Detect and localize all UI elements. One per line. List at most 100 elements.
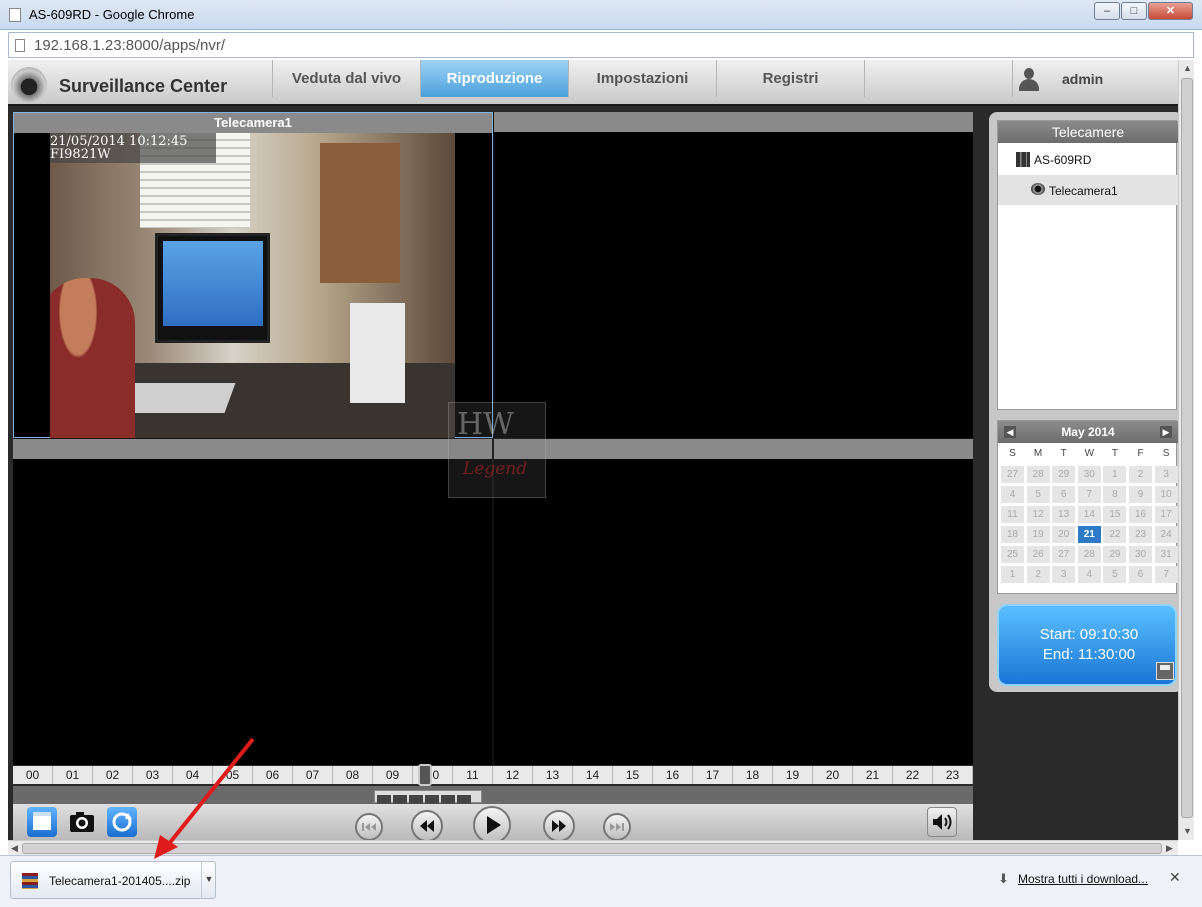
video-pane-4[interactable] xyxy=(494,439,973,765)
url-text[interactable]: 192.168.1.23:8000/apps/nvr/ xyxy=(34,37,225,54)
calendar-day[interactable]: 8 xyxy=(1103,486,1127,503)
username[interactable]: admin xyxy=(1062,71,1103,87)
calendar-day[interactable]: 18 xyxy=(1001,526,1024,543)
calendar-day[interactable]: 1 xyxy=(1103,466,1127,483)
tab-settings[interactable]: Impostazioni xyxy=(568,60,716,97)
timeline-hour[interactable]: 12 xyxy=(493,766,533,784)
right-panel: Telecamere AS-609RD Telecamera1 May 2014… xyxy=(989,112,1183,692)
calendar-day[interactable]: 29 xyxy=(1103,546,1127,563)
calendar-day[interactable]: 27 xyxy=(1001,466,1024,483)
camera-node[interactable]: Telecamera1 xyxy=(998,175,1178,205)
calendar-day[interactable]: 5 xyxy=(1026,486,1050,503)
timeline-hour[interactable]: 07 xyxy=(293,766,333,784)
calendar-day[interactable]: 24 xyxy=(1154,526,1178,543)
timeline-hour[interactable]: 15 xyxy=(613,766,653,784)
video-timestamp: 21/05/2014 10:12:45 FI9821W xyxy=(50,133,216,163)
playback-files-icon[interactable] xyxy=(27,807,57,837)
volume-icon[interactable] xyxy=(927,807,957,837)
timeline-hour[interactable]: 02 xyxy=(93,766,133,784)
calendar-day[interactable]: 9 xyxy=(1129,486,1152,503)
calendar-day[interactable]: 3 xyxy=(1052,566,1076,583)
video-pane-1[interactable]: Telecamera1 21/05/2014 10:12:45 FI9821W xyxy=(13,112,493,438)
rewind-icon[interactable] xyxy=(411,810,443,840)
timeline-hour[interactable]: 11 xyxy=(453,766,493,784)
calendar-day[interactable]: 10 xyxy=(1154,486,1178,503)
calendar-day[interactable]: 1 xyxy=(1001,566,1024,583)
timeline-hour[interactable]: 14 xyxy=(573,766,613,784)
calendar-day[interactable]: 15 xyxy=(1103,506,1127,523)
timeline-hour[interactable]: 23 xyxy=(933,766,973,784)
play-icon[interactable] xyxy=(473,806,511,840)
minimize-button[interactable]: – xyxy=(1094,2,1120,20)
timeline-hour[interactable]: 00 xyxy=(13,766,53,784)
timeline-hour[interactable]: 19 xyxy=(773,766,813,784)
calendar-day[interactable]: 6 xyxy=(1052,486,1076,503)
refresh-icon[interactable] xyxy=(107,807,137,837)
save-icon[interactable] xyxy=(1156,662,1174,680)
calendar-day[interactable]: 29 xyxy=(1052,466,1076,483)
calendar-day[interactable]: 12 xyxy=(1026,506,1050,523)
next-month-button[interactable]: ▶ xyxy=(1160,426,1172,438)
calendar-day[interactable]: 3 xyxy=(1154,466,1178,483)
calendar-day[interactable]: 31 xyxy=(1154,546,1178,563)
timeline-hour[interactable]: 21 xyxy=(853,766,893,784)
timeline-slider-handle[interactable] xyxy=(418,764,432,786)
calendar-day[interactable]: 17 xyxy=(1154,506,1178,523)
timeline-hour[interactable]: 08 xyxy=(333,766,373,784)
tab-logs[interactable]: Registri xyxy=(716,60,864,97)
download-menu-chevron-icon[interactable]: ▼ xyxy=(201,862,216,898)
calendar-day[interactable]: 19 xyxy=(1026,526,1050,543)
calendar-day[interactable]: 21 xyxy=(1077,526,1101,543)
video-pane-2[interactable] xyxy=(494,112,973,438)
calendar-day[interactable]: 7 xyxy=(1154,566,1178,583)
tab-playback[interactable]: Riproduzione xyxy=(420,60,568,97)
timeline-hour[interactable]: 09 xyxy=(373,766,413,784)
calendar-day[interactable]: 4 xyxy=(1001,486,1024,503)
calendar-day[interactable]: 2 xyxy=(1026,566,1050,583)
skip-forward-icon[interactable] xyxy=(603,813,631,840)
calendar-day[interactable]: 20 xyxy=(1052,526,1076,543)
calendar-day[interactable]: 28 xyxy=(1026,466,1050,483)
vertical-scrollbar[interactable]: ▲ ▼ xyxy=(1178,60,1194,840)
download-filename[interactable]: Telecamera1-201405....zip xyxy=(49,874,190,888)
calendar-day[interactable]: 7 xyxy=(1077,486,1101,503)
calendar-day[interactable]: 28 xyxy=(1077,546,1101,563)
calendar-day[interactable]: 30 xyxy=(1129,546,1152,563)
close-icon[interactable]: ✕ xyxy=(1169,869,1181,886)
snapshot-icon[interactable] xyxy=(67,807,97,837)
calendar-day[interactable]: 23 xyxy=(1129,526,1152,543)
timeline-hour[interactable]: 13 xyxy=(533,766,573,784)
timeline-hour[interactable]: 16 xyxy=(653,766,693,784)
calendar-day[interactable]: 22 xyxy=(1103,526,1127,543)
tab-live-view[interactable]: Veduta dal vivo xyxy=(272,60,420,97)
skip-back-icon[interactable] xyxy=(355,813,383,840)
calendar-day[interactable]: 6 xyxy=(1129,566,1152,583)
timeline-hour[interactable]: 01 xyxy=(53,766,93,784)
vertical-scroll-thumb[interactable] xyxy=(1181,78,1193,818)
video-pane-3[interactable] xyxy=(13,439,492,765)
show-all-downloads-link[interactable]: Mostra tutti i download... xyxy=(1018,872,1148,886)
nvr-node[interactable]: AS-609RD xyxy=(1014,152,1091,167)
address-bar[interactable]: 192.168.1.23:8000/apps/nvr/ xyxy=(8,32,1194,58)
calendar-day[interactable]: 13 xyxy=(1052,506,1076,523)
close-window-button[interactable]: ✕ xyxy=(1148,2,1193,20)
calendar-day[interactable]: 14 xyxy=(1077,506,1101,523)
calendar-day[interactable]: 30 xyxy=(1077,466,1101,483)
calendar-day[interactable]: 26 xyxy=(1026,546,1050,563)
calendar-day[interactable]: 25 xyxy=(1001,546,1024,563)
calendar-day[interactable]: 5 xyxy=(1103,566,1127,583)
calendar-day[interactable]: 27 xyxy=(1052,546,1076,563)
timeline-hour[interactable]: 20 xyxy=(813,766,853,784)
calendar-day[interactable]: 2 xyxy=(1129,466,1152,483)
timeline-zoom-scroll[interactable] xyxy=(374,790,482,804)
maximize-button[interactable]: □ xyxy=(1121,2,1147,20)
calendar-day[interactable]: 4 xyxy=(1077,566,1101,583)
prev-month-button[interactable]: ◀ xyxy=(1004,426,1016,438)
calendar-day[interactable]: 11 xyxy=(1001,506,1024,523)
fast-forward-icon[interactable] xyxy=(543,810,575,840)
timeline-hour[interactable]: 22 xyxy=(893,766,933,784)
download-item[interactable]: Telecamera1-201405....zip ▼ xyxy=(10,861,216,899)
calendar-day[interactable]: 16 xyxy=(1129,506,1152,523)
timeline-hour[interactable]: 18 xyxy=(733,766,773,784)
timeline-hour[interactable]: 17 xyxy=(693,766,733,784)
